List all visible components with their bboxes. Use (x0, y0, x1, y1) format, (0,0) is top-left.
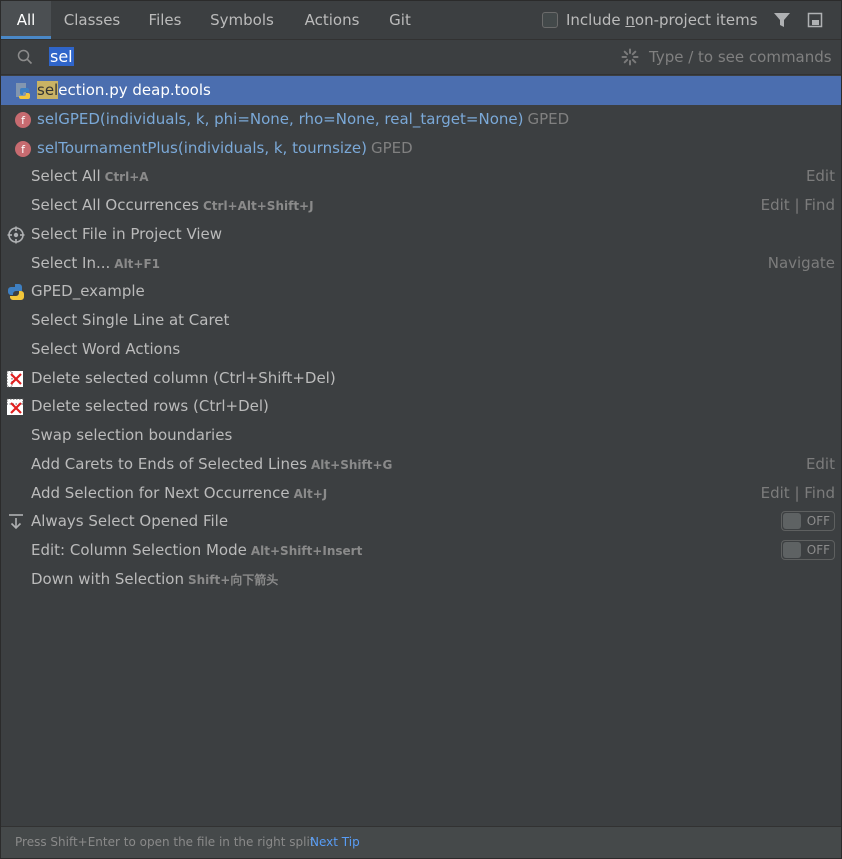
option-label: Always Select Opened File (31, 512, 229, 530)
result-file-selection-py[interactable]: selection.py deap.tools (1, 76, 841, 105)
tab-git[interactable]: Git (379, 1, 421, 39)
match-highlight: sel (37, 81, 59, 99)
locate-icon (7, 226, 25, 244)
next-tip-link[interactable]: Next Tip (310, 827, 360, 858)
python-icon (8, 284, 24, 300)
filter-icon[interactable] (773, 12, 791, 28)
file-location: deap.tools (132, 81, 211, 99)
tab-files[interactable]: Files (135, 1, 195, 39)
action-label: Add Selection for Next Occurrence (31, 484, 290, 502)
include-label-prefix: Include (566, 11, 626, 29)
delete-rows-icon (6, 398, 24, 415)
column-selection-mode-toggle[interactable]: OFF (781, 540, 835, 560)
search-everywhere-popup: All Classes Files Symbols Actions Git In… (0, 0, 842, 859)
function-icon: f (15, 141, 31, 157)
tab-symbols[interactable]: Symbols (199, 1, 285, 39)
function-location: GPED (527, 110, 570, 128)
action-delete-selected-rows[interactable]: Delete selected rows (Ctrl+Del) (1, 392, 841, 421)
action-select-single-line-at-caret[interactable]: Select Single Line at Caret (1, 306, 841, 335)
result-function-seltournamentplus[interactable]: f selTournamentPlus(individuals, k, tour… (1, 134, 841, 163)
action-shortcut: Alt+Shift+G (311, 458, 393, 472)
delete-column-icon (6, 370, 23, 388)
include-label-mnemonic: n (625, 11, 635, 29)
option-label: Edit: Column Selection Mode (31, 541, 247, 559)
include-label-suffix: on-project items (634, 11, 758, 29)
search-input-text: sel (49, 47, 74, 66)
result-function-selgped[interactable]: f selGPED(individuals, k, phi=None, rho=… (1, 105, 841, 134)
tab-all[interactable]: All (1, 1, 51, 39)
autoscroll-icon (9, 514, 23, 530)
open-in-tool-window-icon[interactable] (807, 12, 823, 28)
toggle-knob (783, 513, 801, 529)
action-shortcut: Alt+Shift+Insert (250, 544, 363, 558)
include-non-project-checkbox[interactable] (542, 12, 558, 28)
action-gped-example[interactable]: GPED_example (1, 277, 841, 306)
toggle-knob (783, 542, 801, 558)
action-label: Down with Selection (31, 570, 184, 588)
file-name: ection.py (58, 81, 128, 99)
action-select-word-actions[interactable]: Select Word Actions (1, 335, 841, 364)
search-input[interactable]: sel (49, 46, 74, 68)
action-label: Select File in Project View (31, 225, 223, 243)
action-label: Select Single Line at Caret (31, 311, 230, 329)
action-swap-selection-boundaries[interactable]: Swap selection boundaries (1, 421, 841, 450)
action-label: Swap selection boundaries (31, 426, 233, 444)
loading-spinner-icon (621, 48, 639, 66)
action-delete-selected-column[interactable]: Delete selected column (Ctrl+Shift+Del) (1, 364, 841, 393)
action-add-selection-next-occurrence[interactable]: Add Selection for Next Occurrence Alt+J E… (1, 479, 841, 508)
search-icon (17, 49, 33, 65)
toggle-state: OFF (806, 514, 830, 528)
action-add-carets-to-ends[interactable]: Add Carets to Ends of Selected Lines Alt+… (1, 450, 841, 479)
action-shortcut: Ctrl+Alt+Shift+J (202, 199, 314, 213)
python-file-icon (16, 83, 30, 99)
action-select-all-occurrences[interactable]: Select All Occurrences Ctrl+Alt+Shift+J E… (1, 191, 841, 220)
action-shortcut: Shift+向下箭头 (188, 573, 279, 587)
action-label: Select In... (31, 254, 111, 272)
action-group: Navigate (767, 254, 835, 272)
action-label: Select All (31, 167, 101, 185)
commands-hint: Type / to see commands (649, 48, 832, 66)
always-select-opened-file-toggle[interactable]: OFF (781, 511, 835, 531)
function-name: selTournamentPlus(individuals, k, tourns… (37, 139, 368, 157)
tab-classes[interactable]: Classes (53, 1, 131, 39)
action-group: Edit (805, 167, 835, 185)
option-column-selection-mode[interactable]: Edit: Column Selection Mode Alt+Shift+Ins… (1, 536, 841, 565)
action-down-with-selection[interactable]: Down with Selection Shift+向下箭头 (1, 565, 841, 594)
action-select-in[interactable]: Select In... Alt+F1 Navigate (1, 249, 841, 278)
tab-bar: All Classes Files Symbols Actions Git In… (1, 1, 841, 40)
action-label: Select Word Actions (31, 340, 181, 358)
action-group: Edit (805, 455, 835, 473)
action-label: Add Carets to Ends of Selected Lines (31, 455, 308, 473)
action-shortcut: Ctrl+A (104, 170, 149, 184)
function-location: GPED (371, 139, 413, 157)
action-select-file-in-project-view[interactable]: Select File in Project View (1, 220, 841, 249)
action-label: Select All Occurrences (31, 196, 199, 214)
action-group: Edit | Find (760, 484, 835, 502)
search-bar: sel Type / to see commands (1, 40, 841, 75)
option-always-select-opened-file[interactable]: Always Select Opened File OFF (1, 507, 841, 536)
action-label: Delete selected rows (Ctrl+Del) (31, 397, 269, 415)
action-label: GPED_example (31, 282, 145, 300)
action-select-all[interactable]: Select All Ctrl+A Edit (1, 162, 841, 191)
tip-footer: Press Shift+Enter to open the file in th… (1, 826, 841, 858)
action-shortcut: Alt+F1 (114, 257, 161, 271)
action-shortcut: Alt+J (293, 487, 328, 501)
function-icon: f (15, 112, 31, 128)
action-group: Edit | Find (760, 196, 835, 214)
tab-actions[interactable]: Actions (291, 1, 373, 39)
action-label: Delete selected column (Ctrl+Shift+Del) (31, 369, 336, 387)
toggle-state: OFF (806, 543, 830, 557)
tip-text: Press Shift+Enter to open the file in th… (15, 835, 315, 849)
function-name: selGPED(individuals, k, phi=None, rho=No… (37, 110, 524, 128)
include-non-project-toggle[interactable]: Include n on-project items (542, 10, 758, 30)
